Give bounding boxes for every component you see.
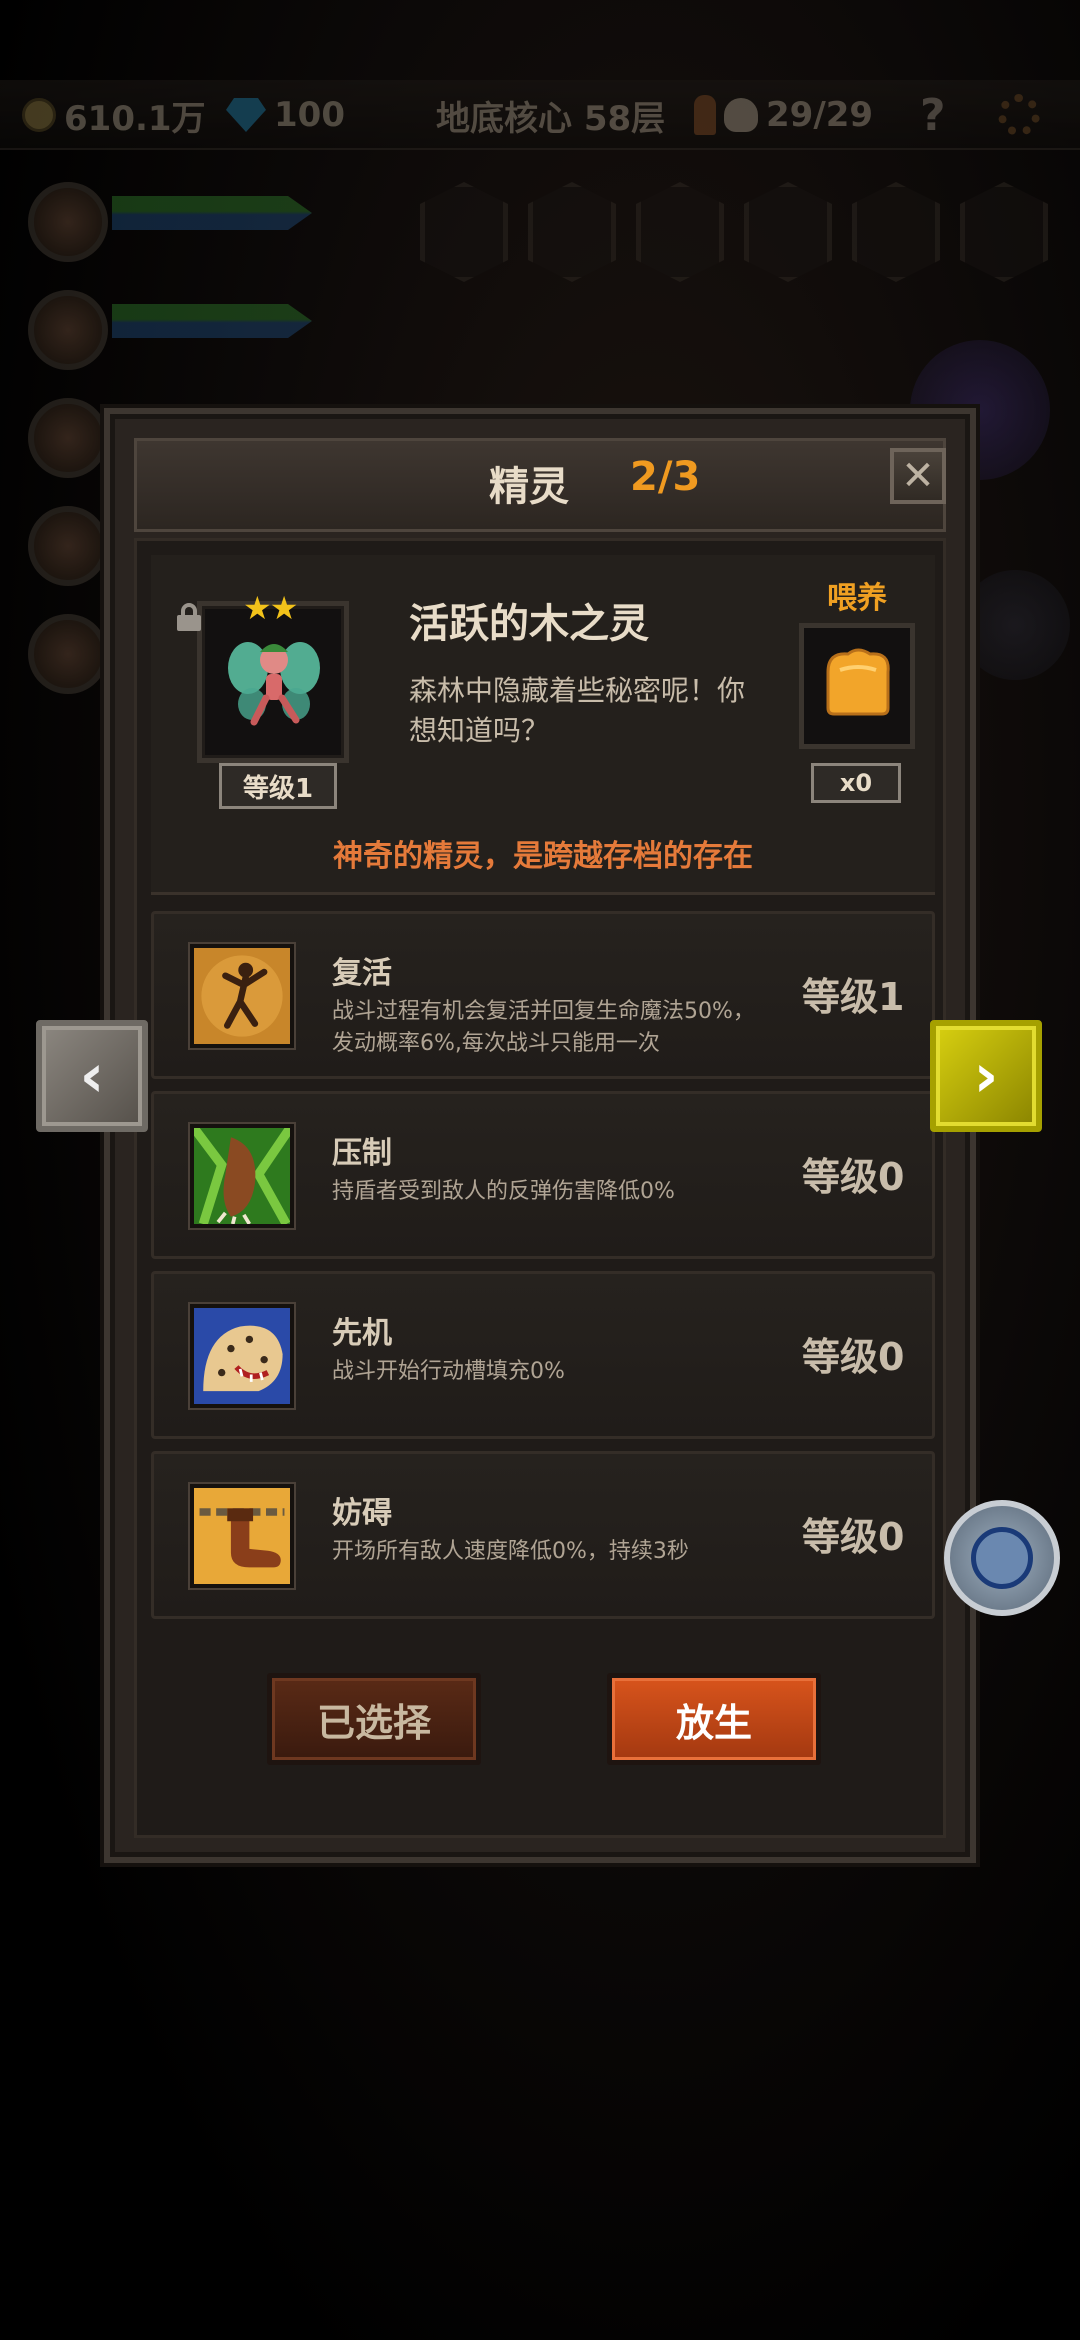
skill-name: 妨碍: [332, 1496, 392, 1531]
skill-level: 等级1: [802, 975, 905, 1019]
location-label: 地底核心 58层: [436, 92, 666, 139]
enemy-portrait: [960, 570, 1070, 680]
beast-claw-icon: [190, 1124, 294, 1228]
leopard-icon: [190, 1304, 294, 1408]
skull-icon: [724, 98, 758, 132]
kill-counter: 29/29: [694, 92, 873, 138]
gem-value: 100: [274, 95, 345, 135]
settings-button[interactable]: [998, 92, 1040, 138]
chevron-right-icon: ›: [973, 1041, 999, 1111]
hero-portrait-4[interactable]: [28, 506, 108, 586]
release-button[interactable]: 放生: [607, 1673, 821, 1765]
close-button[interactable]: ✕: [890, 448, 946, 504]
hero-1-status-bar: [112, 196, 312, 230]
key-icon: [694, 95, 716, 135]
gem-icon: [226, 98, 266, 132]
next-fairy-button[interactable]: ›: [930, 1020, 1042, 1132]
hero-portrait-2[interactable]: [28, 290, 108, 370]
hero-portrait-3[interactable]: [28, 398, 108, 478]
skill-description: 开场所有敌人速度降低0%，持续3秒: [332, 1539, 689, 1564]
feed-label: 喂养: [827, 581, 887, 616]
feed-count-text: x0: [839, 769, 873, 797]
location-text: 地底核心 58层: [436, 98, 666, 139]
dancer-icon: [190, 944, 294, 1048]
skill-name: 压制: [332, 1136, 392, 1171]
kill-value: 29/29: [766, 95, 874, 135]
skill-name: 复活: [332, 956, 392, 991]
prev-fairy-button[interactable]: ‹: [36, 1020, 148, 1132]
release-button-label: 放生: [675, 1700, 752, 1745]
chevron-left-icon: ‹: [79, 1041, 105, 1111]
dialog-title: 精灵: [489, 464, 569, 510]
skill-row-revive[interactable]: 复活 战斗过程有机会复活并回复生命魔法50%，发动概率6%,每次战斗只能用一次 …: [151, 911, 935, 1079]
skill-row-hinder[interactable]: 妨碍 开场所有敌人速度降低0%，持续3秒 等级0: [151, 1451, 935, 1619]
skill-level: 等级0: [802, 1155, 905, 1199]
gear-icon: [998, 94, 1040, 136]
help-button[interactable]: ?: [920, 89, 946, 141]
chained-boot-icon: [190, 1484, 294, 1588]
selected-button[interactable]: 已选择: [267, 1673, 481, 1765]
close-icon: ✕: [901, 453, 935, 499]
skill-description: 持盾者受到敌人的反弹伤害降低0%: [332, 1179, 675, 1204]
floating-assist-button[interactable]: [944, 1500, 1060, 1616]
feed-count: x0: [811, 763, 901, 803]
wood-fairy-icon: [228, 642, 320, 726]
lock-icon[interactable]: [177, 603, 201, 631]
skill-row-suppress[interactable]: 压制 持盾者受到敌人的反弹伤害降低0% 等级0: [151, 1091, 935, 1259]
feed-button[interactable]: [799, 623, 915, 749]
star-rating: ★★: [243, 589, 298, 627]
coin-icon: [22, 98, 56, 132]
skill-level: 等级0: [802, 1335, 905, 1379]
skill-description: 战斗过程有机会复活并回复生命魔法50%，发动概率6%,每次战斗只能用一次: [332, 999, 755, 1056]
bread-icon: [826, 648, 890, 716]
skill-name: 先机: [332, 1316, 392, 1351]
fairy-description: 森林中隐藏着些秘密呢！你想知道吗？: [409, 674, 746, 747]
skill-row-initiative[interactable]: 先机 战斗开始行动槽填充0% 等级0: [151, 1271, 935, 1439]
gold-value: 610.1万: [64, 98, 206, 139]
fairy-level-text: 等级1: [242, 773, 314, 804]
assist-icon: [971, 1527, 1033, 1589]
dialog-body: ★★ 等级1 活跃的木之灵 森林中隐藏着些秘密呢！你想知道吗？ 喂养 x0 神奇…: [134, 538, 946, 1838]
gem-counter: 100: [226, 92, 345, 138]
fairy-page-count: 2/3: [630, 454, 701, 500]
top-status-bar: 610.1万 100 地底核心 58层 29/29 ?: [0, 80, 1080, 150]
fairy-name: 活跃的木之灵: [409, 601, 649, 647]
fairy-slogan: 神奇的精灵，是跨越存档的存在: [333, 839, 753, 874]
skill-description: 战斗开始行动槽填充0%: [332, 1359, 565, 1384]
help-icon: ?: [920, 89, 946, 141]
gold-counter: 610.1万: [22, 92, 206, 139]
hero-2-status-bar: [112, 304, 312, 338]
fairy-dialog: 精灵 2/3 ✕ ★★ 等级1 活跃的木之灵 森林中隐藏着些秘密呢！你想知道吗？…: [104, 408, 976, 1863]
hero-portrait-5[interactable]: [28, 614, 108, 694]
skill-level: 等级0: [802, 1515, 905, 1559]
hero-portrait-1[interactable]: [28, 182, 108, 262]
fairy-info-card: ★★ 等级1 活跃的木之灵 森林中隐藏着些秘密呢！你想知道吗？ 喂养 x0 神奇…: [151, 555, 935, 895]
selected-button-label: 已选择: [316, 1700, 431, 1745]
fairy-level-badge: 等级1: [219, 763, 337, 809]
